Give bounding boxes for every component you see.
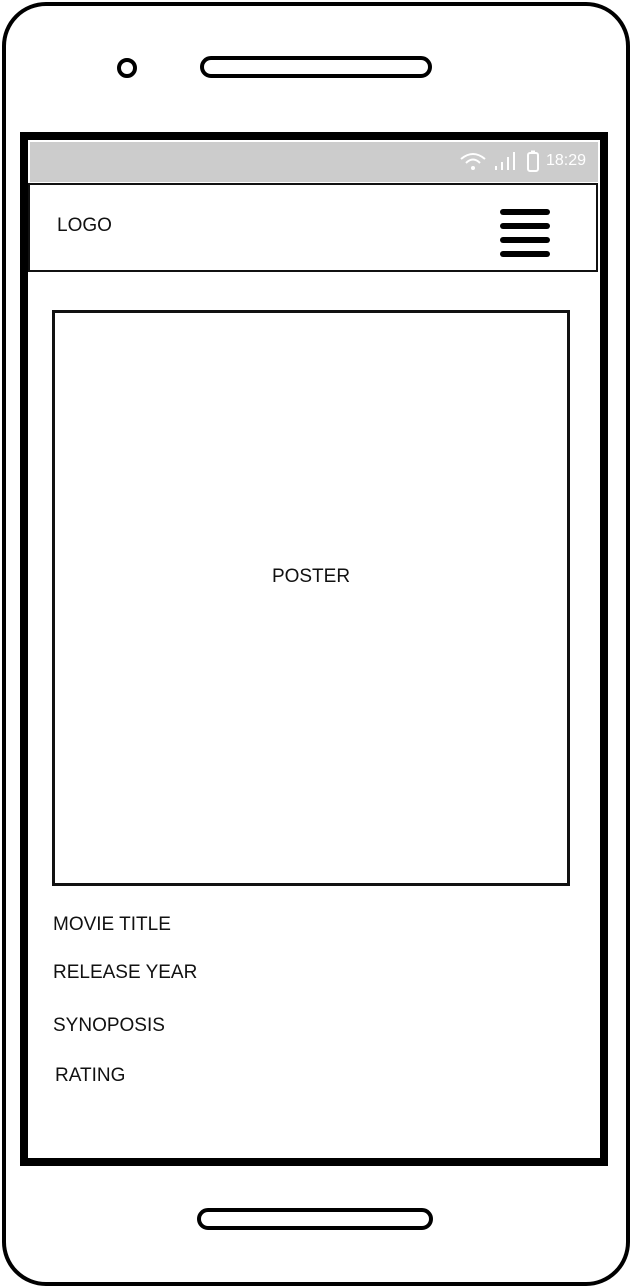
signal-icon	[494, 152, 515, 170]
poster-image	[52, 310, 570, 886]
status-bar: 18:29	[30, 142, 598, 182]
movie-title: MOVIE TITLE	[53, 914, 171, 935]
home-button[interactable]	[197, 1208, 433, 1230]
poster-label: POSTER	[271, 566, 351, 587]
wifi-icon	[460, 153, 486, 170]
logo[interactable]: LOGO	[57, 215, 112, 237]
status-time: 18:29	[545, 152, 586, 169]
speaker-icon	[200, 56, 432, 78]
release-year: RELEASE YEAR	[53, 962, 198, 983]
synopsis: SYNOPOSIS	[53, 1015, 165, 1036]
camera-icon	[117, 58, 137, 78]
hamburger-menu-icon[interactable]	[500, 209, 550, 265]
battery-icon	[526, 150, 539, 172]
rating: RATING	[55, 1065, 126, 1086]
